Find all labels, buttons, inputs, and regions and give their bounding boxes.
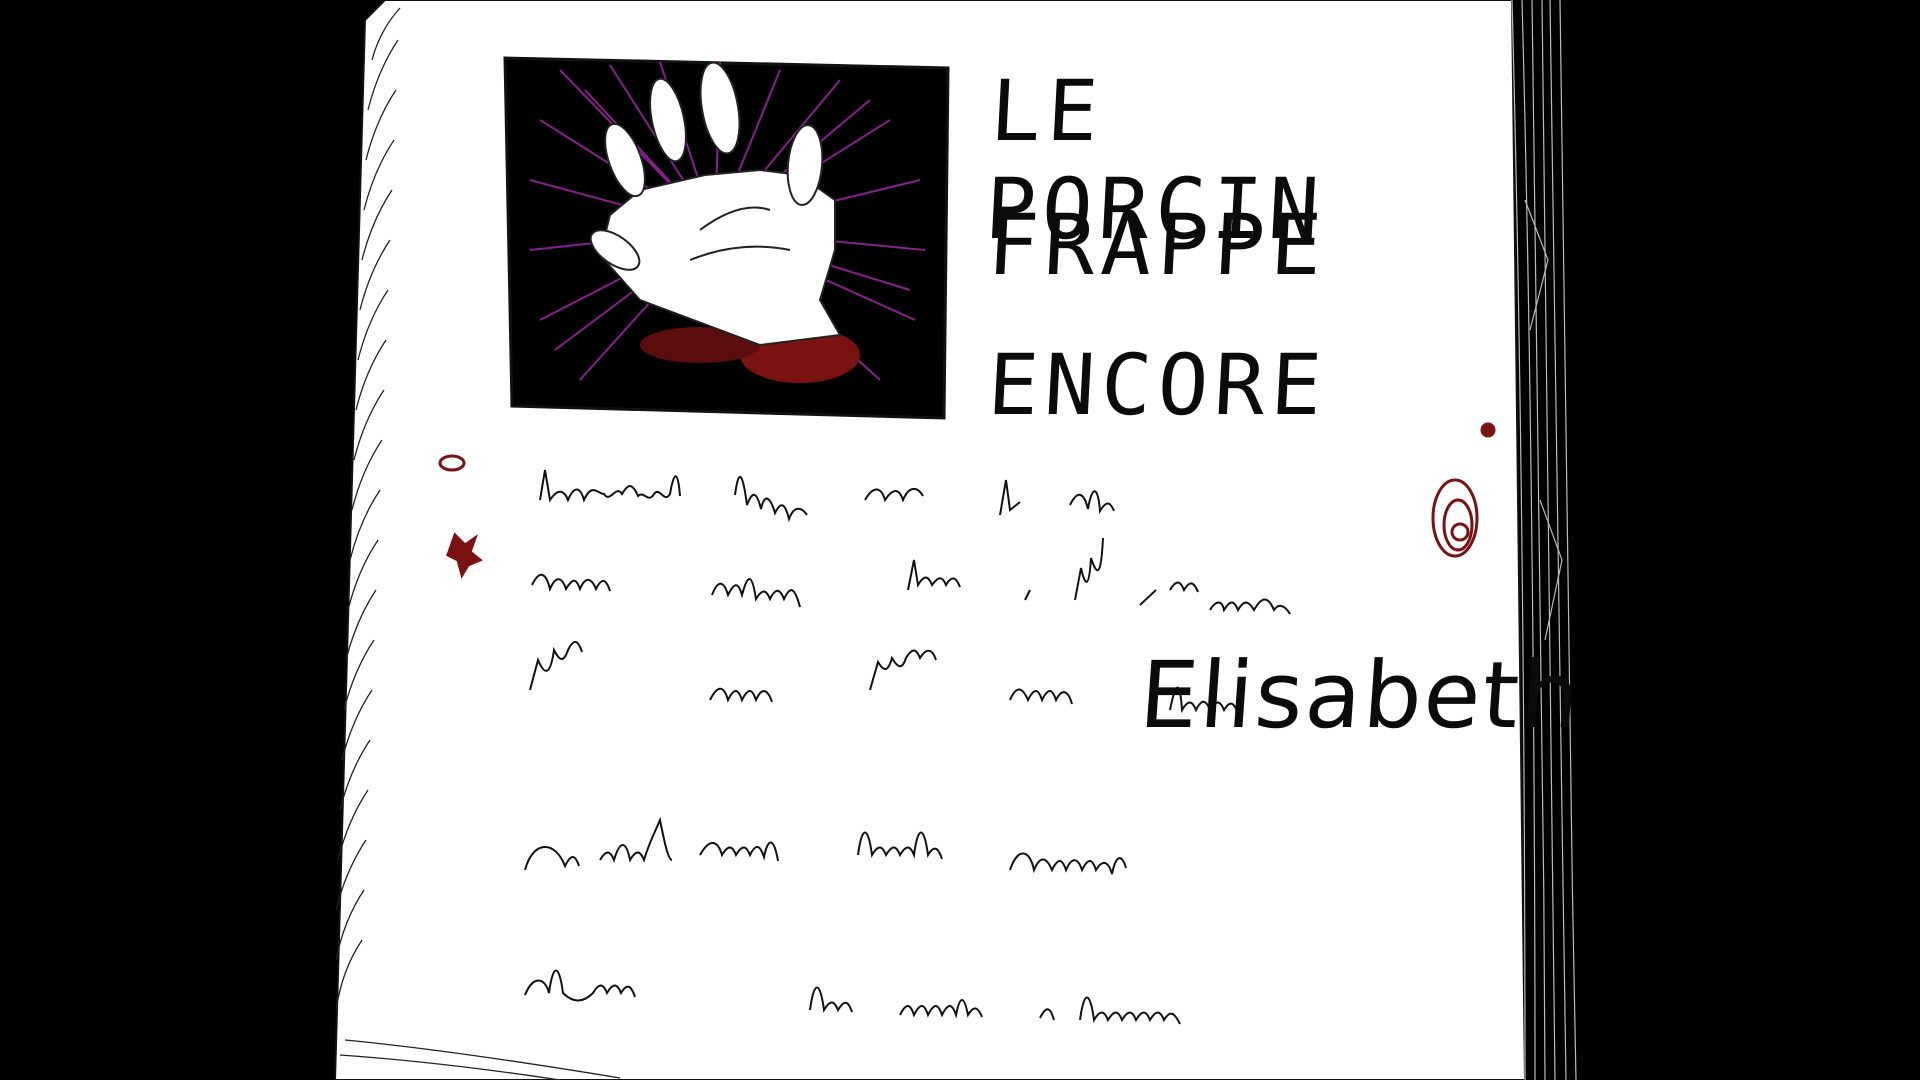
illustration-panel <box>503 56 950 420</box>
headline-line-3: ENCORE <box>985 336 1331 434</box>
headline-line-2: FRAPPE <box>985 196 1331 294</box>
game-scene <box>333 0 1577 1080</box>
highlighted-name: Elisabeth <box>1136 642 1585 749</box>
